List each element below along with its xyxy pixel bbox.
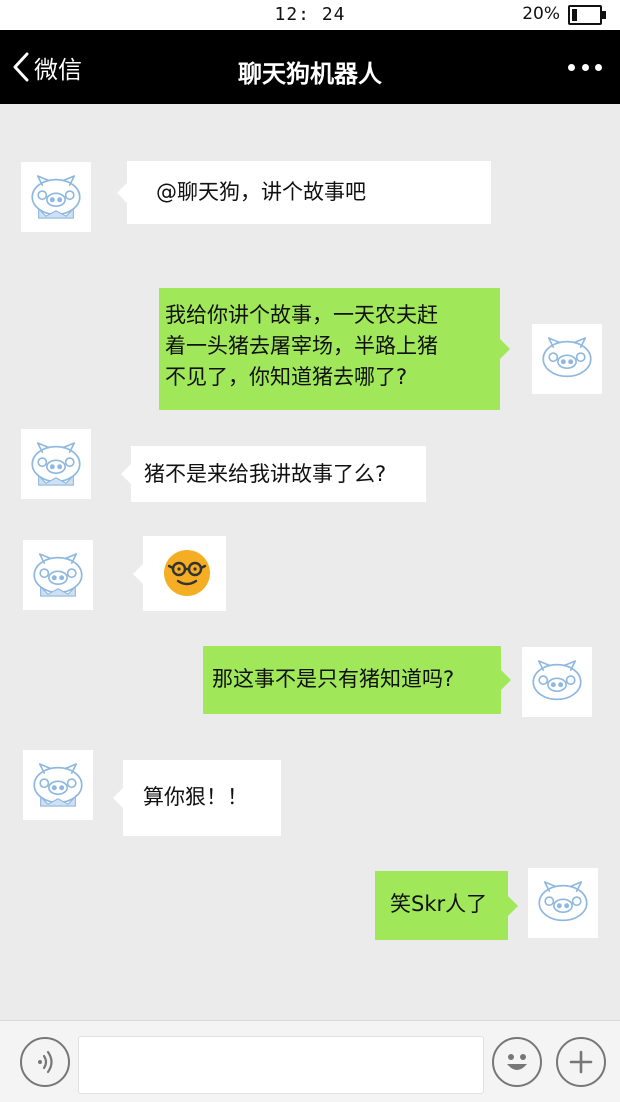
message-bubble-incoming[interactable]: 猪不是来给我讲故事了么? <box>121 446 426 502</box>
message-bubble-outgoing[interactable]: 我给你讲个故事，一天农夫赶 着一头猪去屠宰场，半路上猪 不见了，你知道猪去哪了? <box>159 288 510 410</box>
pig-face-icon <box>24 432 88 496</box>
pig-face-icon <box>531 871 595 935</box>
pig-face-icon <box>525 650 589 714</box>
smiley-icon[interactable] <box>492 1037 542 1087</box>
back-label: 微信 <box>34 55 82 84</box>
chat-area[interactable]: @聊天狗，讲个故事吧 我给你讲个故事，一天农夫赶 着一头猪去屠宰场，半路上猪 不… <box>0 104 620 1020</box>
message-text: 算你狠！！ <box>143 785 248 809</box>
message-bubble-outgoing[interactable]: 笑Skr人了 <box>375 871 518 940</box>
pig-face-icon <box>26 543 90 607</box>
input-bar <box>0 1020 620 1102</box>
avatar[interactable] <box>532 324 602 394</box>
message-text: 笑Skr人了 <box>390 892 488 916</box>
battery-icon <box>568 5 606 25</box>
message-bubble-incoming[interactable]: 算你狠！！ <box>113 760 281 836</box>
status-bar: 12: 24 20% <box>0 0 620 30</box>
message-text: 那这事不是只有猪知道吗? <box>212 667 455 691</box>
message-input[interactable] <box>78 1036 484 1094</box>
avatar[interactable] <box>23 540 93 610</box>
message-text-line: 不见了，你知道猪去哪了? <box>165 365 408 389</box>
message-bubble-incoming[interactable] <box>133 536 226 611</box>
back-button[interactable]: 微信 <box>12 50 82 84</box>
nav-bar: 微信 聊天狗机器人 <box>0 30 620 104</box>
plus-icon[interactable] <box>556 1037 606 1087</box>
avatar[interactable] <box>23 750 93 820</box>
pig-face-icon <box>26 753 90 817</box>
avatar[interactable] <box>21 162 91 232</box>
nerd-glasses-emoji <box>164 550 210 596</box>
avatar[interactable] <box>522 647 592 717</box>
voice-icon[interactable] <box>20 1037 70 1087</box>
message-text: @聊天狗，讲个故事吧 <box>156 180 366 204</box>
pig-face-icon <box>24 165 88 229</box>
pig-face-icon <box>535 327 599 391</box>
chat-title: 聊天狗机器人 <box>238 60 382 88</box>
message-bubble-incoming[interactable]: @聊天狗，讲个故事吧 <box>117 161 491 224</box>
avatar[interactable] <box>21 429 91 499</box>
chevron-left-icon <box>13 52 29 82</box>
battery-percent: 20% <box>522 4 560 24</box>
message-text-line: 着一头猪去屠宰场，半路上猪 <box>165 334 438 358</box>
message-bubble-outgoing[interactable]: 那这事不是只有猪知道吗? <box>203 646 511 714</box>
avatar[interactable] <box>528 868 598 938</box>
message-text-line: 我给你讲个故事，一天农夫赶 <box>165 303 438 327</box>
more-dots-icon[interactable] <box>568 56 602 78</box>
message-text: 猪不是来给我讲故事了么? <box>144 462 387 486</box>
